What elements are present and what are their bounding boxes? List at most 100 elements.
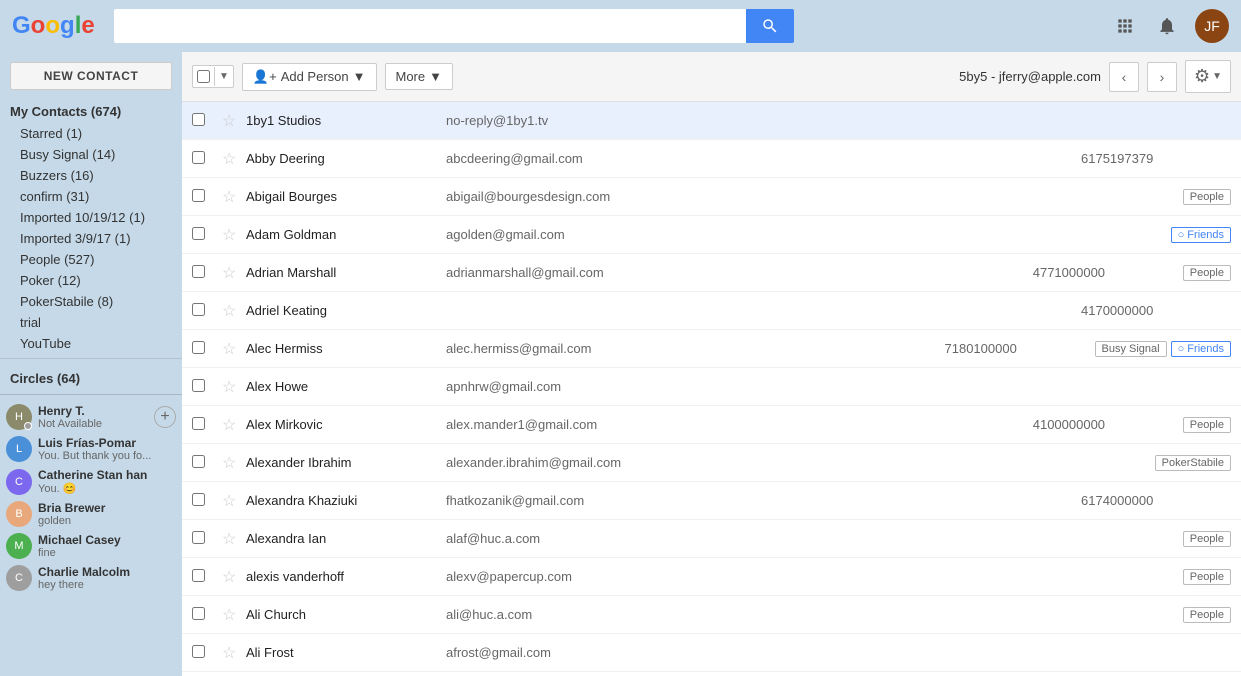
row-star[interactable]: ☆ — [222, 491, 246, 511]
sidebar-item-pokerstabile[interactable]: PokerStabile (8) — [0, 291, 182, 312]
search-button[interactable] — [746, 9, 794, 43]
row-email: alec.hermiss@gmail.com — [446, 341, 945, 356]
row-star[interactable]: ☆ — [222, 187, 246, 207]
sidebar-item-trial[interactable]: trial — [0, 312, 182, 333]
sidebar-item-starred[interactable]: Starred (1) — [0, 123, 182, 144]
add-person-button[interactable]: 👤+ Add Person ▼ — [242, 63, 377, 91]
select-dropdown-arrow[interactable]: ▼ — [214, 67, 233, 86]
row-star[interactable]: ☆ — [222, 415, 246, 435]
table-row[interactable]: ☆ Alec Hermiss alec.hermiss@gmail.com 71… — [182, 330, 1241, 368]
chat-user-michael[interactable]: M Michael Casey fine — [0, 530, 182, 562]
row-checkbox[interactable] — [192, 607, 222, 623]
sidebar-item-imported-2[interactable]: Imported 3/9/17 (1) — [0, 228, 182, 249]
prev-page-button[interactable]: ‹ — [1109, 62, 1139, 92]
row-star[interactable]: ☆ — [222, 453, 246, 473]
sidebar-item-youtube[interactable]: YouTube — [0, 333, 182, 354]
row-email: alexv@papercup.com — [446, 569, 1033, 584]
row-star[interactable]: ☆ — [222, 111, 246, 131]
chat-add-button[interactable]: + — [154, 406, 176, 428]
chat-user-charlie[interactable]: C Charlie Malcolm hey there — [0, 562, 182, 594]
row-name: Ali Frost — [246, 645, 446, 660]
chat-user-luis[interactable]: L Luis Frías-Pomar You. But thank you fo… — [0, 433, 182, 465]
row-checkbox[interactable] — [192, 645, 222, 661]
tag[interactable]: Busy Signal — [1095, 341, 1167, 357]
row-name: 1by1 Studios — [246, 113, 446, 128]
select-all-input[interactable] — [197, 70, 210, 83]
row-checkbox[interactable] — [192, 189, 222, 205]
row-star[interactable]: ☆ — [222, 149, 246, 169]
chat-user-bria[interactable]: B Bria Brewer golden — [0, 498, 182, 530]
row-checkbox[interactable] — [192, 265, 222, 281]
sidebar-item-people[interactable]: People (527) — [0, 249, 182, 270]
notifications-icon[interactable] — [1153, 12, 1181, 40]
row-email: fhatkozanik@gmail.com — [446, 493, 1081, 508]
tag[interactable]: PokerStabile — [1155, 455, 1231, 471]
tag[interactable]: People — [1183, 189, 1231, 205]
row-checkbox[interactable] — [192, 531, 222, 547]
tag[interactable]: People — [1183, 417, 1231, 433]
table-row[interactable]: ☆ Adam Goldman agolden@gmail.com ○ Frien… — [182, 216, 1241, 254]
table-row[interactable]: ☆ 1by1 Studios no-reply@1by1.tv — [182, 102, 1241, 140]
sidebar-item-poker[interactable]: Poker (12) — [0, 270, 182, 291]
circle-tag[interactable]: ○ Friends — [1171, 341, 1231, 357]
google-logo[interactable]: Google — [12, 12, 102, 40]
table-row[interactable]: ☆ Alex Mirkovic alex.mander1@gmail.com 4… — [182, 406, 1241, 444]
row-star[interactable]: ☆ — [222, 339, 246, 359]
table-row[interactable]: ☆ Ali Frost afrost@gmail.com — [182, 634, 1241, 672]
row-checkbox[interactable] — [192, 455, 222, 471]
sidebar-item-confirm[interactable]: confirm (31) — [0, 186, 182, 207]
row-star[interactable]: ☆ — [222, 377, 246, 397]
tag[interactable]: People — [1183, 531, 1231, 547]
my-contacts-section[interactable]: My Contacts (674) — [0, 96, 182, 123]
apps-icon[interactable] — [1111, 12, 1139, 40]
table-row[interactable]: ☆ Adrian Marshall adrianmarshall@gmail.c… — [182, 254, 1241, 292]
row-checkbox[interactable] — [192, 379, 222, 395]
table-row[interactable]: ☆ Alexandra Khaziuki fhatkozanik@gmail.c… — [182, 482, 1241, 520]
tag[interactable]: People — [1183, 569, 1231, 585]
row-checkbox[interactable] — [192, 151, 222, 167]
row-star[interactable]: ☆ — [222, 643, 246, 663]
table-row[interactable]: ☆ Abby Deering abcdeering@gmail.com 6175… — [182, 140, 1241, 178]
row-star[interactable]: ☆ — [222, 605, 246, 625]
row-star[interactable]: ☆ — [222, 301, 246, 321]
row-checkbox[interactable] — [192, 417, 222, 433]
chat-user-henry[interactable]: H Henry T. Not Available + — [0, 401, 182, 433]
row-checkbox[interactable] — [192, 341, 222, 357]
chat-name-luis: Luis Frías-Pomar — [38, 436, 176, 450]
table-row[interactable]: ☆ Ali Church ali@huc.a.com People — [182, 596, 1241, 634]
tag[interactable]: People — [1183, 265, 1231, 281]
row-checkbox[interactable] — [192, 303, 222, 319]
table-row[interactable]: ☆ Alex Howe apnhrw@gmail.com — [182, 368, 1241, 406]
row-checkbox[interactable] — [192, 113, 222, 129]
table-row[interactable]: ☆ Alexandra Ian alaf@huc.a.com People — [182, 520, 1241, 558]
chat-status-charlie: hey there — [38, 579, 176, 591]
table-row[interactable]: ☆ Adriel Keating 4170000000 — [182, 292, 1241, 330]
settings-button[interactable]: ⚙ ▼ — [1185, 60, 1231, 93]
row-checkbox[interactable] — [192, 227, 222, 243]
sidebar-item-busy-signal[interactable]: Busy Signal (14) — [0, 144, 182, 165]
row-checkbox[interactable] — [192, 493, 222, 509]
sidebar-item-imported-1[interactable]: Imported 10/19/12 (1) — [0, 207, 182, 228]
sidebar-item-buzzers[interactable]: Buzzers (16) — [0, 165, 182, 186]
chat-user-catherine[interactable]: C Catherine Stan han You. 😊 — [0, 465, 182, 498]
tag[interactable]: People — [1183, 607, 1231, 623]
row-email: afrost@gmail.com — [446, 645, 1081, 660]
table-row[interactable]: ☆ Alexander Ibrahim alexander.ibrahim@gm… — [182, 444, 1241, 482]
circle-tag[interactable]: ○ Friends — [1171, 227, 1231, 243]
circles-section[interactable]: Circles (64) — [0, 363, 182, 390]
table-row[interactable]: ☆ Ali Izadi ali 370 000 — [182, 672, 1241, 676]
search-input[interactable] — [114, 9, 746, 43]
more-button[interactable]: More ▼ — [385, 63, 454, 90]
row-star[interactable]: ☆ — [222, 529, 246, 549]
new-contact-button[interactable]: NEW CONTACT — [10, 62, 172, 90]
table-row[interactable]: ☆ alexis vanderhoff alexv@papercup.com P… — [182, 558, 1241, 596]
row-checkbox[interactable] — [192, 569, 222, 585]
table-row[interactable]: ☆ Abigail Bourges abigail@bourgesdesign.… — [182, 178, 1241, 216]
avatar[interactable]: JF — [1195, 9, 1229, 43]
select-all-checkbox[interactable]: ▼ — [192, 65, 234, 88]
row-star[interactable]: ☆ — [222, 225, 246, 245]
row-name: Alex Howe — [246, 379, 446, 394]
row-star[interactable]: ☆ — [222, 567, 246, 587]
row-star[interactable]: ☆ — [222, 263, 246, 283]
next-page-button[interactable]: › — [1147, 62, 1177, 92]
